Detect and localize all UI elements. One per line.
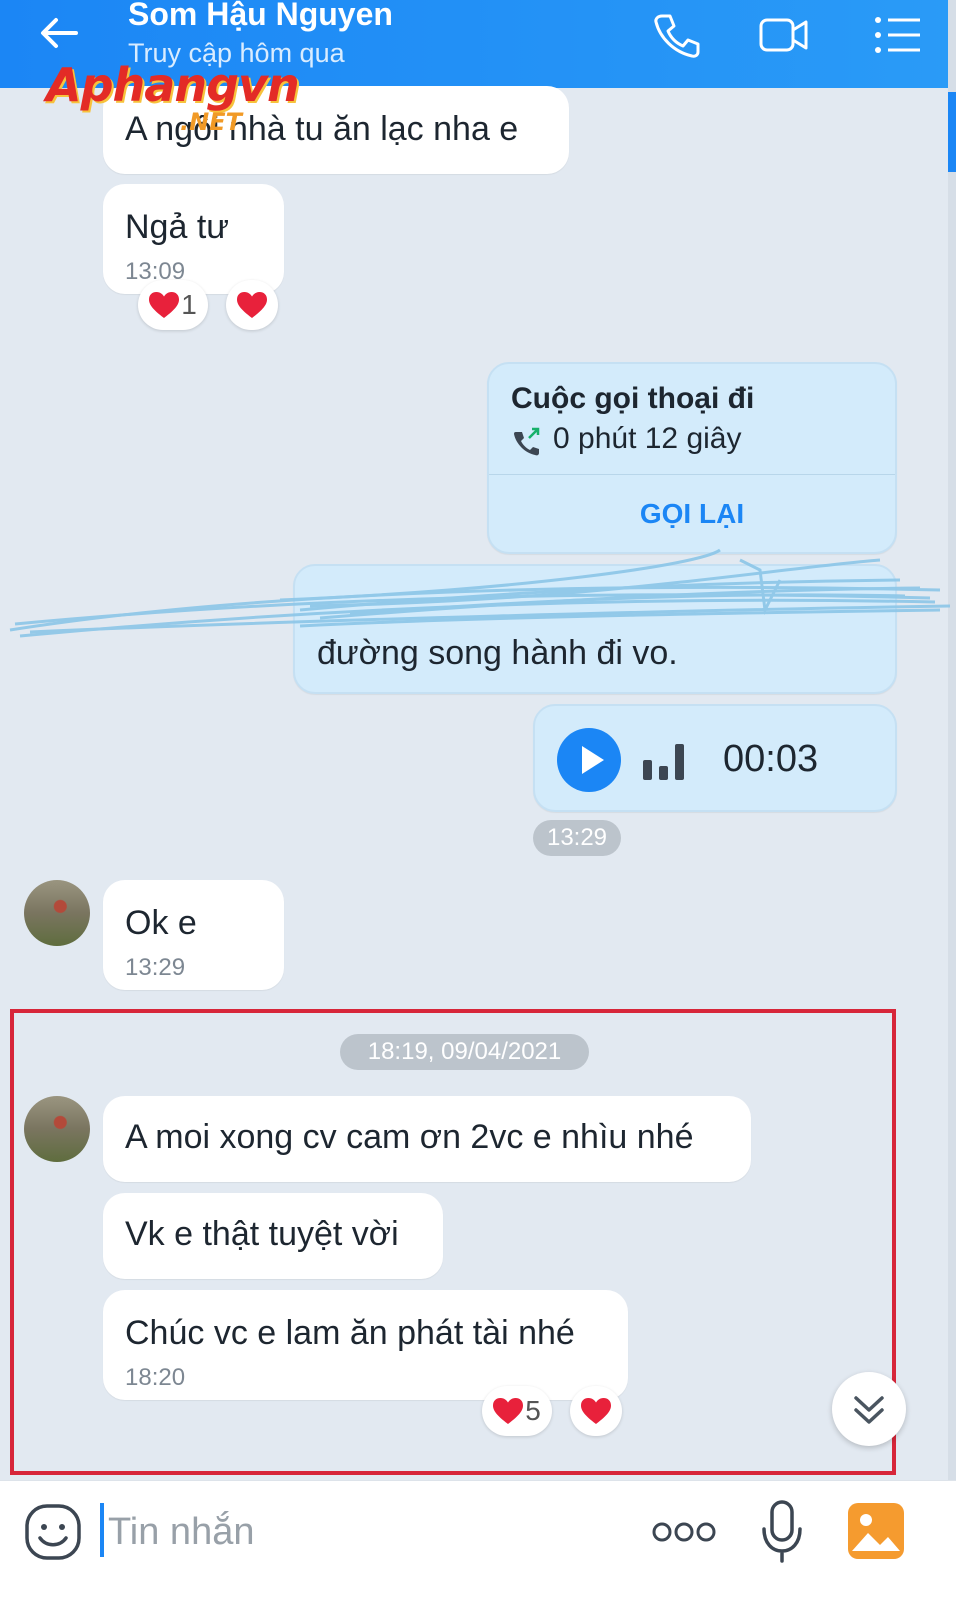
timestamp-badge: 13:29	[533, 820, 621, 856]
audio-waveform-icon	[643, 744, 684, 780]
contact-avatar[interactable]	[24, 880, 90, 946]
incoming-message[interactable]: Ok e 13:29	[103, 880, 284, 990]
double-chevron-down-icon	[854, 1396, 884, 1424]
watermark-suffix: .NET	[180, 108, 242, 136]
play-icon[interactable]	[557, 728, 621, 792]
call-title: Cuộc gọi thoại đi	[511, 382, 755, 415]
outgoing-call-icon	[514, 427, 540, 456]
react-heart-button[interactable]	[226, 280, 278, 330]
message-text: Ok e	[125, 904, 197, 942]
highlight-box	[10, 1009, 896, 1475]
divider	[489, 474, 895, 475]
back-arrow-icon[interactable]	[36, 10, 82, 56]
scroll-to-bottom-button[interactable]	[832, 1372, 906, 1446]
heart-icon	[149, 291, 180, 318]
scrollbar-thumb[interactable]	[948, 92, 956, 172]
heart-icon	[237, 291, 267, 318]
contact-name[interactable]: Som Hậu Nguyen	[128, 0, 393, 33]
voice-duration: 00:03	[723, 738, 819, 780]
message-composer: Tin nhắn	[0, 1480, 956, 1600]
message-text: Ngả tư	[125, 208, 230, 246]
video-call-icon[interactable]	[758, 10, 810, 60]
outgoing-voice-message[interactable]: 00:03	[533, 704, 897, 812]
incoming-message[interactable]: Ngả tư 13:09	[103, 184, 284, 294]
outgoing-call-card[interactable]: Cuộc gọi thoại đi 0 phút 12 giây GỌI LẠI	[487, 362, 897, 554]
scrollbar[interactable]	[948, 0, 956, 1600]
microphone-icon[interactable]	[760, 1499, 804, 1565]
message-time: 13:29	[125, 954, 186, 981]
phone-call-icon[interactable]	[650, 10, 702, 60]
redaction-scribble	[9, 548, 951, 638]
menu-list-icon[interactable]	[872, 10, 924, 60]
more-options-icon[interactable]	[652, 1521, 716, 1543]
call-duration: 0 phút 12 giây	[553, 422, 742, 455]
image-gallery-icon[interactable]	[848, 1503, 904, 1559]
reaction-count: 1	[181, 289, 197, 320]
message-input[interactable]: Tin nhắn	[108, 1511, 254, 1554]
call-back-button[interactable]: GỌI LẠI	[489, 498, 895, 530]
watermark-logo: Aphangvn	[46, 58, 300, 112]
text-cursor	[100, 1503, 104, 1557]
sticker-emoji-icon[interactable]	[24, 1503, 82, 1561]
reaction-count-badge[interactable]: 1	[138, 280, 208, 330]
